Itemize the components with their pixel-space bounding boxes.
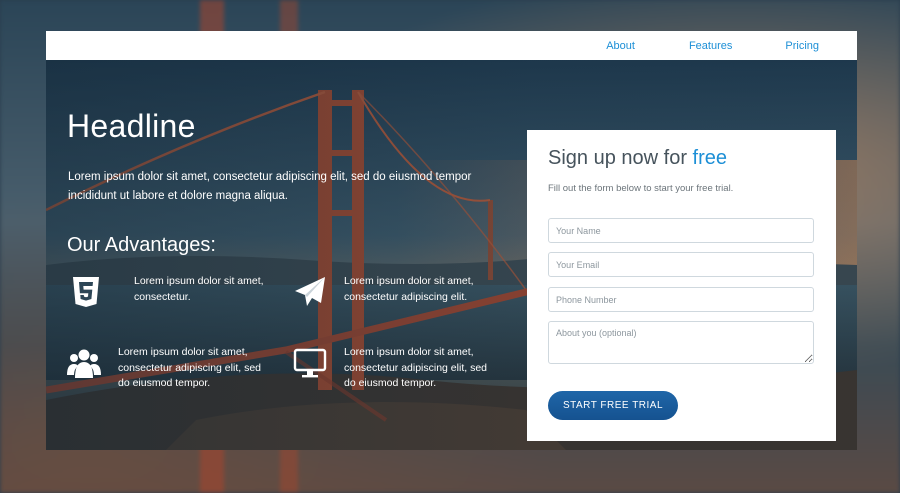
start-free-trial-button[interactable]: START FREE TRIAL xyxy=(548,391,678,420)
feature-text: Lorem ipsum dolor sit amet, consectetur … xyxy=(344,275,474,303)
signup-form-card: Sign up now for free Fill out the form b… xyxy=(527,130,836,441)
email-input[interactable] xyxy=(548,252,814,277)
about-textarea[interactable] xyxy=(548,321,814,364)
top-navbar: About Features Pricing xyxy=(46,31,857,60)
signup-subtitle: Fill out the form below to start your fr… xyxy=(548,183,734,194)
feature-text: Lorem ipsum dolor sit amet, consectetur … xyxy=(118,346,261,389)
feature-item: Lorem ipsum dolor sit amet, consectetur … xyxy=(292,345,494,392)
signup-title-accent: free xyxy=(692,147,727,169)
landing-page-frame: About Features Pricing Headline Lorem ip… xyxy=(46,31,857,450)
hero-section: Headline Lorem ipsum dolor sit amet, con… xyxy=(46,60,857,450)
signup-title-prefix: Sign up now for xyxy=(548,147,693,169)
nav-link-features[interactable]: Features xyxy=(689,40,732,52)
name-input[interactable] xyxy=(548,218,814,243)
phone-input[interactable] xyxy=(548,287,814,312)
signup-title: Sign up now for free xyxy=(548,147,727,170)
nav-link-about[interactable]: About xyxy=(606,40,635,52)
html5-icon xyxy=(73,277,99,307)
advantages-title: Our Advantages: xyxy=(67,234,216,256)
feature-text: Lorem ipsum dolor sit amet, consectetur … xyxy=(344,346,487,389)
nav-link-pricing[interactable]: Pricing xyxy=(785,40,819,52)
feature-item: Lorem ipsum dolor sit amet, consectetur … xyxy=(292,274,494,310)
paper-plane-icon xyxy=(295,277,325,306)
hero-lead-text: Lorem ipsum dolor sit amet, consectetur … xyxy=(68,171,472,202)
feature-item: Lorem ipsum dolor sit amet, consectetur … xyxy=(66,345,268,392)
feature-text: Lorem ipsum dolor sit amet, consectetur. xyxy=(134,275,264,303)
hero-headline: Headline xyxy=(67,108,196,144)
monitor-icon xyxy=(293,348,327,378)
users-icon xyxy=(67,349,101,378)
feature-item: Lorem ipsum dolor sit amet, consectetur. xyxy=(68,274,284,310)
